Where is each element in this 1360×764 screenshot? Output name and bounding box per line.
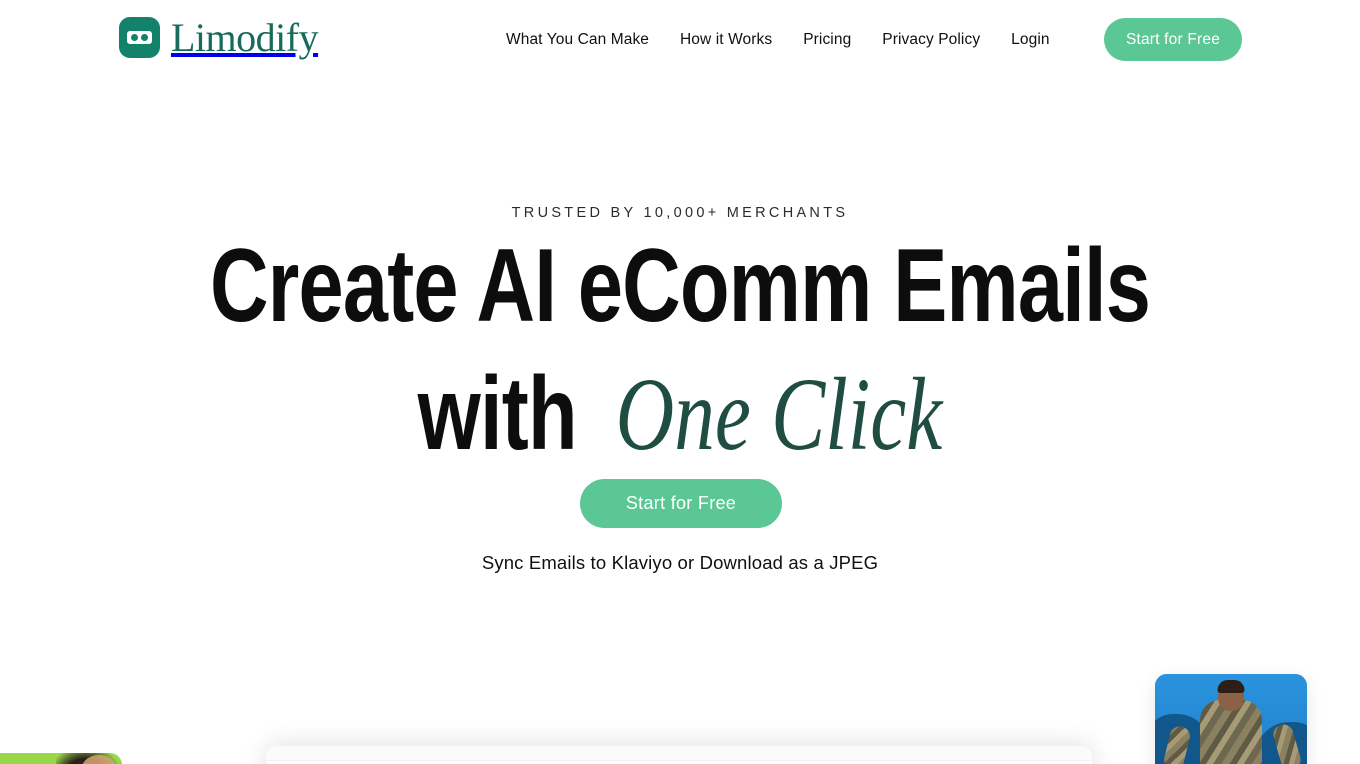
email-card-icon	[119, 17, 160, 58]
showcase-section: Find a Store | Help | Join Us | Sign In	[0, 640, 1360, 764]
showcase-browser-mockup[interactable]: Find a Store | Help | Join Us | Sign In	[266, 746, 1092, 764]
landing-page: Limodify What You Can Make How it Works …	[0, 0, 1360, 764]
showcase-left-photo-card[interactable]	[0, 753, 122, 764]
hero-subtitle: Sync Emails to Klaviyo or Download as a …	[481, 552, 879, 573]
hero-eyebrow: TRUSTED BY 10,000+ MERCHANTS	[511, 205, 849, 221]
browser-chrome-bar	[266, 746, 1092, 761]
brand-wordmark: Limodify	[171, 14, 319, 60]
email-card-icon-plate	[127, 31, 152, 44]
nav-item-what-you-can-make[interactable]: What You Can Make	[506, 31, 649, 49]
nav-item-how-it-works[interactable]: How it Works	[680, 31, 772, 49]
primary-nav: What You Can Make How it Works Pricing P…	[506, 0, 1050, 80]
nav-item-pricing[interactable]: Pricing	[803, 31, 851, 49]
brand-logo[interactable]: Limodify	[119, 14, 319, 60]
email-card-icon-dot-left	[131, 34, 139, 41]
headline-line-2: with One Click	[150, 350, 1211, 479]
header-start-for-free-button[interactable]: Start for Free	[1104, 18, 1242, 61]
nav-item-privacy-policy[interactable]: Privacy Policy	[882, 31, 980, 49]
nav-item-login[interactable]: Login	[1011, 31, 1049, 49]
headline-line-1: Create AI eComm Emails	[209, 228, 1151, 344]
right-card-hair	[1217, 680, 1245, 693]
headline-accent-one-click: One Click	[615, 357, 943, 472]
email-card-icon-dot-right	[140, 34, 148, 41]
hero-start-for-free-button[interactable]: Start for Free	[580, 479, 782, 528]
headline-line-2-prefix: with	[417, 356, 578, 472]
site-header: Limodify What You Can Make How it Works …	[0, 0, 1360, 80]
showcase-right-photo-card[interactable]	[1155, 674, 1307, 764]
page-title: Create AI eComm Emails with One Click	[150, 222, 1211, 479]
